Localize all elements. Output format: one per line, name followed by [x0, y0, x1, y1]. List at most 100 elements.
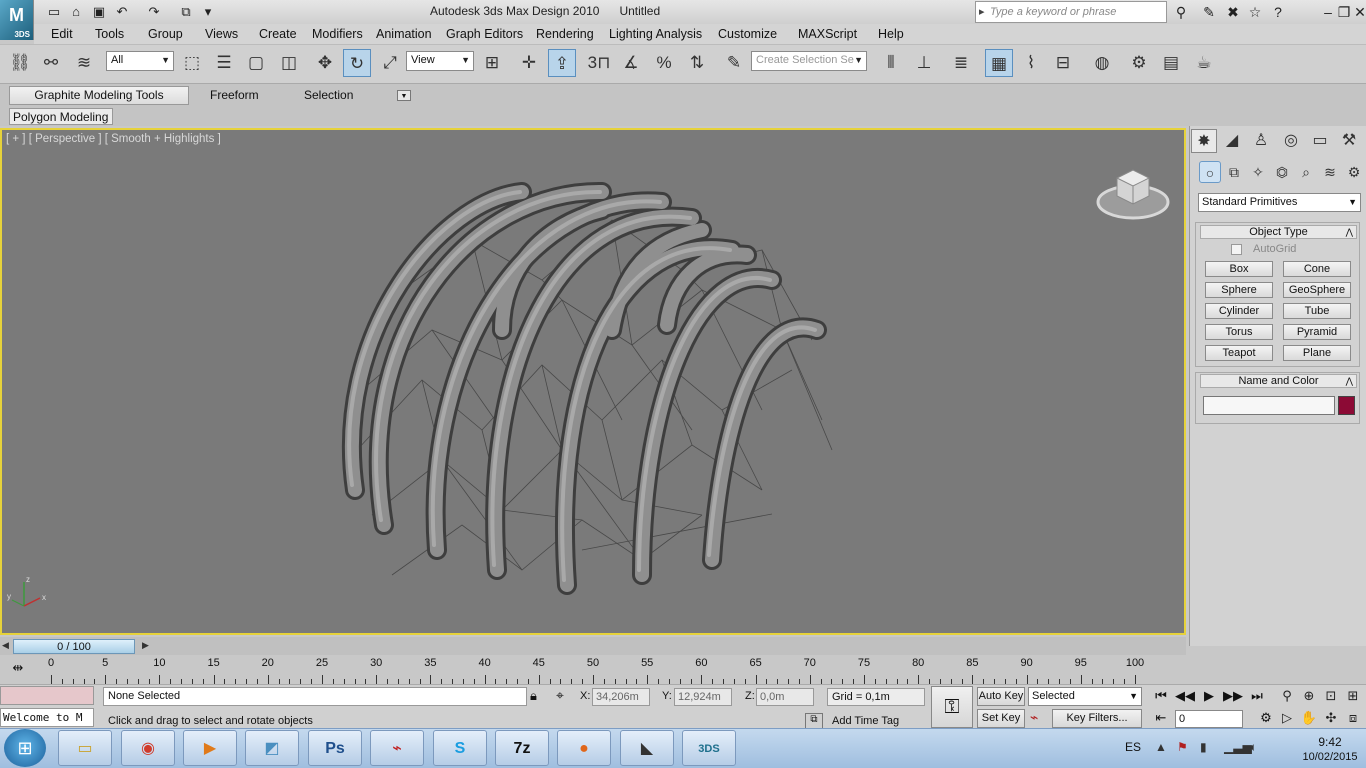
menu-customize[interactable]: Customize: [718, 27, 777, 43]
curve-editor-icon[interactable]: ⌇: [1017, 49, 1045, 77]
tab-graphite-modeling-tools[interactable]: Graphite Modeling Tools: [9, 86, 189, 105]
menu-rendering[interactable]: Rendering: [536, 27, 594, 43]
render-setup-icon[interactable]: ⚙: [1125, 49, 1153, 77]
dome-model[interactable]: [2, 130, 1186, 635]
selection-filter-dropdown[interactable]: All: [106, 51, 174, 71]
input-language[interactable]: ES: [1125, 740, 1141, 754]
menu-edit[interactable]: Edit: [51, 27, 73, 43]
rectangular-selection-icon[interactable]: ▢: [242, 49, 270, 77]
key-mode-toggle-icon[interactable]: ⇤: [1150, 709, 1172, 727]
edit-named-selection-icon[interactable]: ✎: [720, 49, 748, 77]
window-crossing-icon[interactable]: ◫: [275, 49, 303, 77]
undo-icon[interactable]: ↶: [112, 3, 132, 20]
select-object-icon[interactable]: ⬚: [178, 49, 206, 77]
clock-time[interactable]: 9:42: [1300, 735, 1360, 749]
photoshop-icon[interactable]: Ps: [308, 730, 362, 766]
set-keys-key-icon[interactable]: ⚿: [931, 686, 973, 728]
security-tray-icon[interactable]: ⚑: [1177, 740, 1188, 754]
cylinder-button[interactable]: Cylinder: [1205, 303, 1273, 319]
name-color-header[interactable]: Name and Color ⋀: [1200, 374, 1357, 388]
folder-icon[interactable]: ▭: [58, 730, 112, 766]
motion-tab-icon[interactable]: ◎: [1278, 129, 1304, 153]
sketch-icon[interactable]: ◩: [245, 730, 299, 766]
tab-selection[interactable]: Selection: [304, 88, 353, 102]
zoom-icon[interactable]: ⚲: [1276, 686, 1298, 706]
snaps-toggle-icon[interactable]: 3⊓: [585, 49, 613, 77]
collapse-icon[interactable]: ⋀: [1346, 226, 1353, 239]
torus-button[interactable]: Torus: [1205, 324, 1273, 340]
volume-tray-icon[interactable]: 🔈︎: [1250, 740, 1257, 755]
key-filters-button[interactable]: Key Filters...: [1052, 709, 1142, 728]
create-tab-icon[interactable]: ✸: [1191, 129, 1217, 153]
menu-animation[interactable]: Animation: [376, 27, 432, 43]
power-tray-icon[interactable]: ▮: [1200, 740, 1207, 754]
material-editor-icon[interactable]: ◍: [1088, 49, 1116, 77]
quick-access-dropdown-icon[interactable]: ▾: [198, 3, 218, 20]
tab-freeform[interactable]: Freeform: [210, 88, 259, 102]
network-tray-icon[interactable]: ▁▃▅: [1224, 740, 1252, 754]
align-icon[interactable]: ⊥: [910, 49, 938, 77]
help-icon[interactable]: ?: [1268, 2, 1288, 22]
time-tag-icon[interactable]: ⧉: [805, 713, 823, 729]
project-folder-icon[interactable]: ⧉: [176, 3, 196, 20]
communication-center-icon[interactable]: ✎: [1199, 2, 1219, 22]
ribbon-panel-polygon-modeling[interactable]: Polygon Modeling: [9, 108, 113, 125]
play-icon[interactable]: ▶: [1198, 687, 1220, 705]
menu-create[interactable]: Create: [259, 27, 297, 43]
space-warps-icon[interactable]: ≋: [1319, 161, 1341, 183]
go-to-start-icon[interactable]: ⏮: [1150, 687, 1172, 705]
perspective-viewport[interactable]: [ + ] [ Perspective ] [ Smooth + Highlig…: [0, 128, 1186, 635]
geometry-icon[interactable]: ○: [1199, 161, 1221, 183]
time-configuration-icon[interactable]: ⚙: [1255, 709, 1277, 727]
binoculars-icon[interactable]: ⚲: [1171, 2, 1191, 22]
z-coordinate-field[interactable]: 0,0m: [756, 688, 814, 706]
clock-date[interactable]: 10/02/2015: [1300, 751, 1360, 763]
zoom-extents-all-icon[interactable]: ⊞: [1342, 686, 1364, 706]
select-scale-icon[interactable]: ⤢: [376, 49, 404, 77]
current-frame-field[interactable]: 0: [1175, 710, 1243, 728]
auto-key-button[interactable]: Auto Key: [977, 687, 1025, 706]
viewcube-icon[interactable]: [1095, 158, 1171, 222]
go-to-end-icon[interactable]: ⏭: [1246, 687, 1268, 705]
collapse-icon[interactable]: ⋀: [1346, 375, 1353, 388]
y-coordinate-field[interactable]: 12,924m: [674, 688, 732, 706]
object-color-swatch[interactable]: [1338, 396, 1355, 415]
select-rotate-icon[interactable]: ↻: [343, 49, 371, 77]
select-link-icon[interactable]: ⛓: [6, 49, 34, 77]
pivot-center-icon[interactable]: ⊞: [478, 49, 506, 77]
pan-view-icon[interactable]: ✋: [1298, 708, 1320, 728]
layer-manager-icon[interactable]: ≣: [947, 49, 975, 77]
x-coordinate-field[interactable]: 34,206m: [592, 688, 650, 706]
bind-space-warp-icon[interactable]: ≋: [70, 49, 98, 77]
orbit-icon[interactable]: ✣: [1320, 708, 1342, 728]
help-search-input[interactable]: Type a keyword or phrase: [975, 1, 1167, 23]
tray-expand-icon[interactable]: ▲: [1155, 740, 1167, 754]
7zip-icon[interactable]: 7z: [495, 730, 549, 766]
absolute-mode-icon[interactable]: ⌖: [556, 687, 564, 704]
chrome-icon[interactable]: ◉: [121, 730, 175, 766]
save-icon[interactable]: ▣: [89, 3, 109, 20]
skype-icon[interactable]: S: [433, 730, 487, 766]
new-file-icon[interactable]: ▭: [44, 3, 64, 20]
maximize-viewport-icon[interactable]: ⧈: [1342, 708, 1364, 728]
next-frame-arrow-icon[interactable]: ▶: [142, 640, 149, 651]
open-file-icon[interactable]: ⌂: [66, 3, 86, 20]
ribbon-expand-icon[interactable]: ▼: [397, 90, 411, 101]
systems-icon[interactable]: ⚙: [1343, 161, 1365, 183]
zoom-extents-icon[interactable]: ⊡: [1320, 686, 1342, 706]
rhino-icon[interactable]: ◣: [620, 730, 674, 766]
utilities-tab-icon[interactable]: ⚒: [1336, 129, 1362, 153]
select-move-icon[interactable]: ✥: [311, 49, 339, 77]
menu-graph-editors[interactable]: Graph Editors: [446, 27, 523, 43]
graphite-toggle-icon[interactable]: ▦: [985, 49, 1013, 77]
start-button[interactable]: ⊞: [4, 729, 46, 767]
display-tab-icon[interactable]: ▭: [1307, 129, 1333, 153]
subscription-icon[interactable]: ✖: [1223, 2, 1243, 22]
pyramid-button[interactable]: Pyramid: [1283, 324, 1351, 340]
next-frame-icon[interactable]: ▶▶: [1222, 687, 1244, 705]
unlink-icon[interactable]: ⚯: [37, 49, 65, 77]
plane-button[interactable]: Plane: [1283, 345, 1351, 361]
helpers-icon[interactable]: ⌕: [1295, 161, 1317, 183]
hierarchy-tab-icon[interactable]: ♙: [1248, 129, 1274, 153]
menu-maxscript[interactable]: MAXScript: [798, 27, 857, 43]
